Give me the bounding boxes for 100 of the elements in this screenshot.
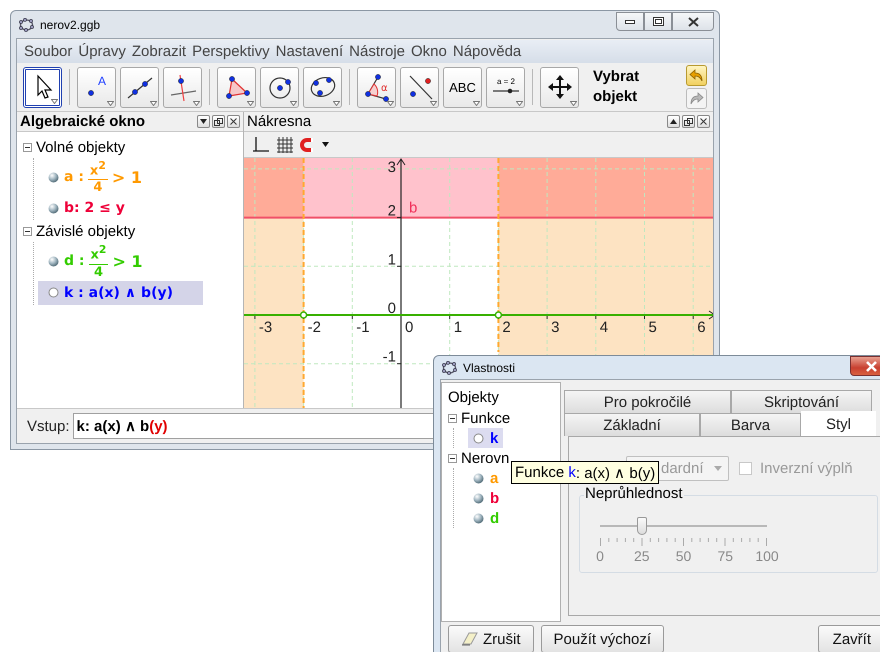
dialog-button[interactable]: Použít výchozí <box>540 625 664 652</box>
collapse-button[interactable] <box>667 115 680 128</box>
tree-item[interactable]: b <box>468 488 504 508</box>
caret-icon[interactable] <box>322 142 329 147</box>
axis-label: 0 <box>405 319 414 336</box>
dropdown-triangle-icon <box>387 100 394 106</box>
visibility-ball-icon[interactable] <box>473 472 484 484</box>
dropdown-triangle-icon <box>107 100 114 106</box>
menu-item[interactable]: Nápověda <box>450 43 524 60</box>
boundary-line[interactable] <box>244 216 713 219</box>
axis-label: 2 <box>502 319 511 336</box>
tree-group-label[interactable]: Nerovn <box>461 450 510 466</box>
close-button[interactable] <box>672 12 714 31</box>
tab[interactable]: Styl <box>801 411 876 436</box>
undock-button[interactable] <box>212 115 225 128</box>
tree-group-label[interactable]: Závislé objekty <box>36 222 136 240</box>
tree-item[interactable]: k <box>468 428 504 448</box>
collapse-icon[interactable] <box>23 142 32 152</box>
visibility-ball-icon[interactable] <box>473 492 484 504</box>
close-icon <box>864 360 878 372</box>
menu-item[interactable]: Soubor <box>21 43 76 60</box>
menu-item[interactable]: Okno <box>408 43 450 60</box>
slider-tick-label: 75 <box>717 548 734 564</box>
undock-icon <box>214 118 223 126</box>
undock-button[interactable] <box>682 115 695 128</box>
window-title: nerov2.ggb <box>40 18 100 32</box>
redo-button[interactable] <box>686 88 707 109</box>
tool-button[interactable]: A <box>77 66 116 108</box>
close-button[interactable] <box>850 356 880 376</box>
close-panel-button[interactable] <box>227 115 240 128</box>
slider-thumb[interactable] <box>636 517 647 535</box>
undock-icon <box>684 118 693 126</box>
tool-button[interactable] <box>120 66 159 108</box>
menu-item[interactable]: Úpravy <box>75 43 129 60</box>
tree-group-label[interactable]: Volné objekty <box>36 138 126 156</box>
menu-item[interactable]: Zobrazit <box>128 43 190 60</box>
menu-item[interactable]: Nástroje <box>346 43 408 60</box>
axis-label: 6 <box>697 319 706 336</box>
eraser-icon <box>461 632 479 646</box>
algebra-item[interactable]: b: 2 ≤ y <box>38 196 131 220</box>
dropdown-triangle-icon <box>430 100 437 106</box>
app-logo-icon <box>442 360 457 374</box>
tab[interactable]: Základní <box>564 413 700 436</box>
axis-label: -3 <box>258 319 272 336</box>
hidden-circle-icon[interactable] <box>48 287 59 298</box>
tool-button[interactable] <box>303 66 342 108</box>
menu-item[interactable]: Perspektivy <box>189 43 273 60</box>
view-menu-button[interactable] <box>197 115 210 128</box>
collapse-icon[interactable] <box>448 414 457 422</box>
restore-button[interactable] <box>644 12 672 31</box>
input-label: Vstup: <box>27 418 70 434</box>
formula-text: k : a(x) ∧ b(y) <box>64 284 173 301</box>
fraction-numerator: x$^{2}$ <box>88 242 108 265</box>
axes-icon[interactable] <box>252 136 270 154</box>
dropdown-triangle-icon <box>193 100 200 106</box>
close-panel-button[interactable] <box>697 115 710 128</box>
tool-button[interactable]: ABC <box>443 66 482 108</box>
tab[interactable]: Skriptování <box>731 390 872 413</box>
slider-tick-label: 100 <box>755 548 779 564</box>
tool-button[interactable]: a = 2 <box>486 66 525 108</box>
menu-item[interactable]: Nastavení <box>272 43 346 60</box>
tree-root-label: Objekty <box>448 389 500 406</box>
tool-name: Vybrat objekt <box>593 67 640 107</box>
axis-label: 1 <box>388 251 396 268</box>
input-field[interactable]: k: a(x) ∧ b(y) <box>72 413 434 439</box>
dialog-title: Vlastnosti <box>463 360 516 374</box>
tab[interactable]: Barva <box>700 413 801 436</box>
panel-title: Nákresna <box>247 113 312 130</box>
visibility-ball-icon[interactable] <box>473 512 484 524</box>
visibility-ball-icon[interactable] <box>48 256 59 267</box>
dialog-button[interactable]: Zrušit <box>448 625 534 652</box>
open-point[interactable] <box>300 311 308 319</box>
tool-button[interactable] <box>23 66 62 108</box>
hidden-circle-icon[interactable] <box>473 432 484 444</box>
tree-group-label[interactable]: Funkce <box>461 410 510 426</box>
undo-button[interactable] <box>686 65 707 86</box>
axis-label: 5 <box>648 319 657 336</box>
algebra-item[interactable]: k : a(x) ∧ b(y) <box>38 280 203 305</box>
tool-button[interactable] <box>260 66 299 108</box>
axis-label: 1 <box>454 319 462 336</box>
object-name: b <box>490 490 500 506</box>
visibility-ball-icon[interactable] <box>48 172 59 183</box>
collapse-icon[interactable] <box>23 226 32 236</box>
collapse-icon[interactable] <box>448 454 457 462</box>
tool-button[interactable]: α <box>357 66 396 108</box>
visibility-ball-icon[interactable] <box>48 202 59 214</box>
slider-tick-label: 50 <box>676 548 692 564</box>
app-logo-icon <box>19 18 34 32</box>
tool-button[interactable] <box>400 66 439 108</box>
dropdown-triangle-icon <box>290 100 297 106</box>
tool-button[interactable] <box>540 66 579 108</box>
tool-button[interactable] <box>217 66 256 108</box>
dialog-button[interactable]: Zavřít <box>818 625 880 652</box>
open-point[interactable] <box>494 311 502 319</box>
grid-icon[interactable] <box>276 136 294 154</box>
restore-icon <box>652 17 664 26</box>
tab[interactable]: Pro pokročilé <box>564 390 731 413</box>
magnet-icon[interactable] <box>300 136 316 152</box>
dropdown-icon <box>200 119 207 124</box>
minimize-button[interactable] <box>616 12 644 31</box>
